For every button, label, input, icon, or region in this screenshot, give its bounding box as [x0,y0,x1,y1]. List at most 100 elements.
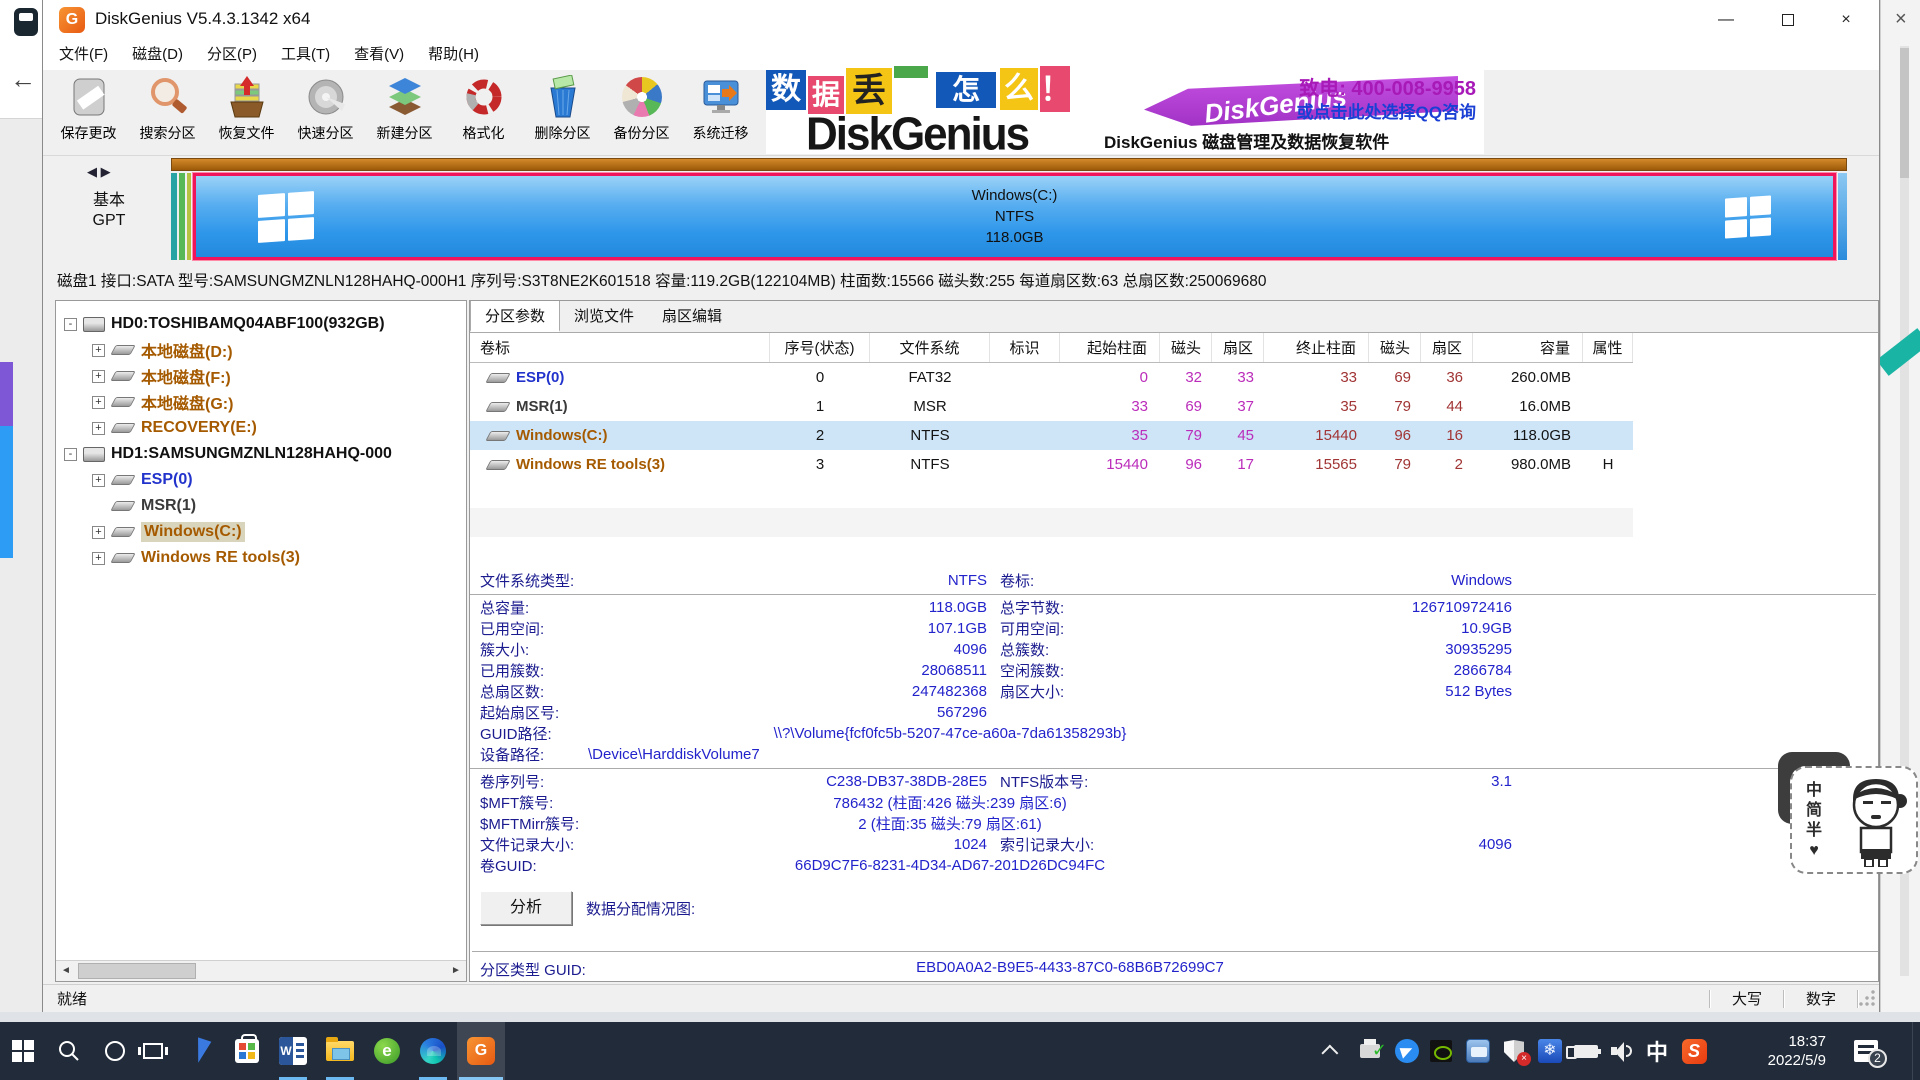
tree-item-hd0[interactable]: - HD0:TOSHIBAMQ04ABF100(932GB) [56,311,466,337]
column-header[interactable]: 属性 [1583,333,1633,362]
disk-nav-arrows[interactable]: ◀ ▶ [87,164,111,180]
partition-block-small[interactable] [187,173,191,260]
column-header[interactable]: 文件系统 [870,333,990,362]
tray-battery-button[interactable] [1566,1022,1606,1080]
expand-icon[interactable]: + [92,370,105,383]
word-taskbar-button[interactable]: W [270,1022,316,1080]
menu-disk[interactable]: 磁盘(D) [120,40,195,70]
partition-block-re-tools[interactable] [1838,173,1847,260]
action-center-button[interactable]: 2 [1840,1022,1892,1080]
tree-item-msr[interactable]: MSR(1) [56,493,466,519]
close-button[interactable]: × [1817,0,1875,40]
tab-sector-edit[interactable]: 扇区编辑 [648,302,736,332]
tab-partition-params[interactable]: 分区参数 [470,300,560,332]
menu-tools[interactable]: 工具(T) [269,40,342,70]
tray-expand-button[interactable] [1316,1022,1348,1080]
ime-mode-chinese[interactable]: 中 [1806,781,1822,800]
partition-block-windows-c[interactable]: Windows(C:) NTFS 118.0GB [193,173,1836,260]
expand-icon[interactable]: + [92,396,105,409]
table-row-esp[interactable]: ESP(0) 0FAT32 03233 336936 260.0MB [470,363,1633,392]
ime-mode-halfwidth[interactable]: 半 [1806,821,1822,840]
taskbar-search-button[interactable] [46,1022,92,1080]
analyze-button[interactable]: 分析 [480,891,572,925]
taskbar-clock[interactable]: 18:37 2022/5/9 [1722,1022,1826,1080]
column-header[interactable]: 卷标 [470,333,770,362]
table-row-msr[interactable]: MSR(1) 1MSR 336937 357944 16.0MB [470,392,1633,421]
tray-volume-button[interactable] [1604,1022,1640,1080]
background-close-icon[interactable]: × [1895,8,1907,31]
format-button[interactable]: 格式化 [444,70,523,154]
scrollbar-thumb[interactable] [78,963,196,979]
tray-intel-graphics-button[interactable] [1461,1022,1495,1080]
tree-item-windows-re[interactable]: + Windows RE tools(3) [56,545,466,571]
flash-app-button[interactable] [178,1022,224,1080]
table-row-windows-re[interactable]: Windows RE tools(3) 3NTFS 154409617 1556… [470,450,1633,479]
task-view-button[interactable] [130,1022,176,1080]
browser-tab-icon[interactable] [14,8,38,36]
partition-block-esp[interactable] [171,173,177,260]
table-row-windows-c-selected[interactable]: Windows(C:) 2NTFS 357945 154409616 118.0… [470,421,1633,450]
banner-phone[interactable]: 致电: 400-008-9958 [1299,72,1476,101]
horizontal-scrollbar[interactable]: ◄ ► [56,960,466,981]
column-header[interactable]: 扇区 [1212,333,1264,362]
tab-browse-files[interactable]: 浏览文件 [560,302,648,332]
menu-view[interactable]: 查看(V) [342,40,416,70]
tree-item-hd1[interactable]: - HD1:SAMSUNGMZNLN128HAHQ-000 [56,441,466,467]
tray-nvidia-button[interactable] [1424,1022,1458,1080]
column-header[interactable]: 磁头 [1369,333,1421,362]
tray-snowflake-button[interactable]: ❄ [1533,1022,1567,1080]
show-desktop-button[interactable] [1912,1022,1920,1080]
menu-partition[interactable]: 分区(P) [195,40,269,70]
diskgenius-taskbar-button[interactable]: G [457,1022,505,1080]
column-header[interactable]: 磁头 [1160,333,1212,362]
menu-file[interactable]: 文件(F) [47,40,120,70]
expand-icon[interactable]: + [92,526,105,539]
tray-sogou-button[interactable]: S [1676,1022,1712,1080]
ime-heart-icon[interactable]: ♥ [1809,841,1819,860]
ime-mode-simplified[interactable]: 简 [1806,801,1822,820]
tree-item-recovery-e[interactable]: + RECOVERY(E:) [56,415,466,441]
column-header[interactable]: 起始柱面 [1060,333,1160,362]
tray-defender-button[interactable]: × [1496,1022,1532,1080]
system-migrate-button[interactable]: 系统迁移 [681,70,760,154]
resize-grip[interactable] [1859,990,1877,1008]
collapse-icon[interactable]: - [64,448,77,461]
menu-help[interactable]: 帮助(H) [416,40,491,70]
column-header[interactable]: 标识 [990,333,1060,362]
new-partition-button[interactable]: 新建分区 [365,70,444,154]
backup-partition-button[interactable]: 备份分区 [602,70,681,154]
edge-button[interactable] [410,1022,456,1080]
delete-partition-button[interactable]: 删除分区 [523,70,602,154]
tray-ime-button[interactable]: 中 [1640,1022,1674,1080]
maximize-button[interactable] [1759,0,1817,40]
sogou-ime-status-panel[interactable]: 中 简 半 ♥ [1790,766,1918,874]
expand-icon[interactable]: + [92,474,105,487]
disk-header-strip[interactable] [171,158,1847,171]
promo-banner[interactable]: DiskGenius 数 据 丢 怎 么 ！ DiskGenius 致电: 40… [766,66,1484,154]
scroll-right-arrow[interactable]: ► [446,961,466,981]
recover-files-button[interactable]: 恢复文件 [207,70,286,154]
tray-printer-button[interactable]: ✓ [1352,1022,1388,1080]
banner-qq-link[interactable]: 或点击此处选择QQ咨询 [1297,98,1476,123]
tray-flashget-button[interactable] [1390,1022,1424,1080]
tree-item-local-f[interactable]: + 本地磁盘(F:) [56,363,466,389]
file-explorer-button[interactable] [317,1022,363,1080]
quick-partition-button[interactable]: 快速分区 [286,70,365,154]
expand-icon[interactable]: + [92,422,105,435]
back-arrow-icon[interactable]: ← [10,64,36,95]
scrollbar-thumb[interactable] [1900,48,1909,178]
save-changes-button[interactable]: 保存更改 [49,70,128,154]
column-header[interactable]: 容量 [1473,333,1583,362]
tree-item-local-d[interactable]: + 本地磁盘(D:) [56,337,466,363]
column-header[interactable]: 终止柱面 [1264,333,1369,362]
column-header[interactable]: 序号(状态) [770,333,870,362]
browser-360-button[interactable]: e [364,1022,410,1080]
tree-item-esp[interactable]: + ESP(0) [56,467,466,493]
expand-icon[interactable]: + [92,344,105,357]
search-partition-button[interactable]: 搜索分区 [128,70,207,154]
microsoft-store-button[interactable] [224,1022,270,1080]
minimize-button[interactable]: — [1697,0,1755,40]
tree-item-local-g[interactable]: + 本地磁盘(G:) [56,389,466,415]
column-header[interactable]: 扇区 [1421,333,1473,362]
partition-block-msr[interactable] [179,173,185,260]
